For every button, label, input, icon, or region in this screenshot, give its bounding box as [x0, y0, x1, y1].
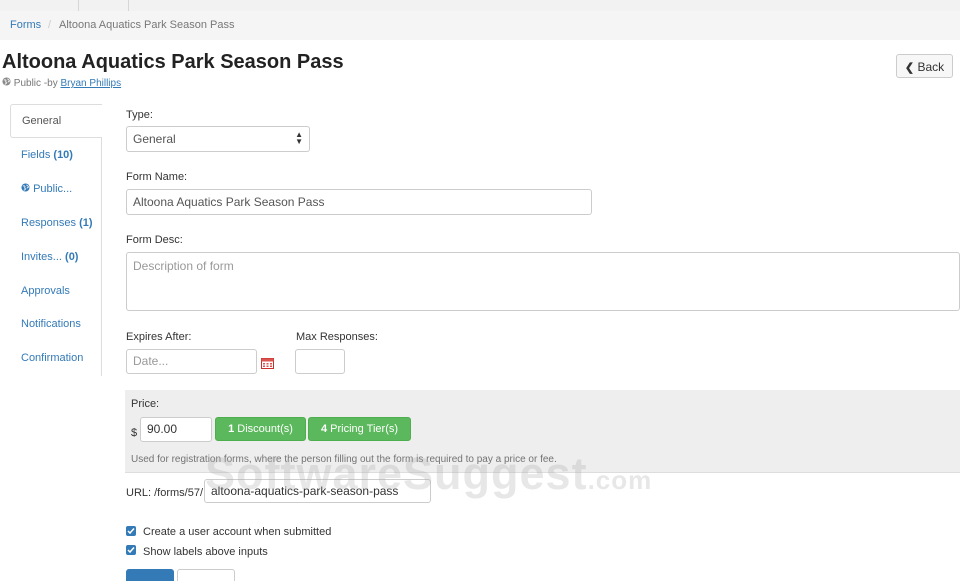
- calendar-icon[interactable]: [261, 357, 274, 369]
- form-name-input[interactable]: Altoona Aquatics Park Season Pass: [126, 189, 592, 215]
- sidebar-item-label: Approvals: [21, 285, 70, 297]
- back-button[interactable]: ❮ Back: [896, 54, 953, 78]
- form-settings-sidebar: General Fields (10) Public... Responses …: [10, 104, 102, 376]
- tier-count: 4: [320, 423, 328, 435]
- discounts-button[interactable]: 1 Discount(s): [215, 417, 306, 441]
- sidebar-item-count: (1): [79, 217, 93, 229]
- expires-date-input[interactable]: Date...: [126, 349, 257, 374]
- pricing-tiers-button[interactable]: 4 Pricing Tier(s): [308, 417, 411, 441]
- discount-label: Discount(s): [237, 423, 293, 435]
- breadcrumb-separator: /: [48, 19, 52, 31]
- sidebar-item-label: Public...: [33, 183, 73, 195]
- type-select[interactable]: General ▲ ▼: [126, 126, 310, 152]
- type-label: Type:: [126, 109, 153, 121]
- create-account-checkbox[interactable]: [126, 526, 136, 536]
- navbar-segment[interactable]: [78, 0, 129, 11]
- sidebar-item-public[interactable]: Public...: [10, 176, 101, 202]
- show-labels-checkbox[interactable]: [126, 545, 136, 555]
- discount-count: 1: [228, 423, 235, 435]
- sidebar-item-confirmation[interactable]: Confirmation: [10, 345, 101, 371]
- breadcrumb-current: Altoona Aquatics Park Season Pass: [59, 19, 235, 31]
- globe-icon: [21, 183, 33, 195]
- create-account-label: Create a user account when submitted: [143, 526, 332, 538]
- form-desc-label: Form Desc:: [126, 234, 183, 246]
- cancel-button[interactable]: [177, 569, 235, 581]
- sidebar-item-label: Fields: [21, 149, 51, 161]
- sidebar-item-label: Notifications: [21, 318, 81, 330]
- max-responses-input[interactable]: [295, 349, 345, 374]
- page-title: Altoona Aquatics Park Season Pass: [2, 51, 344, 73]
- price-input[interactable]: 90.00: [140, 417, 212, 442]
- sidebar-item-notifications[interactable]: Notifications: [10, 311, 101, 337]
- sidebar-item-responses[interactable]: Responses (1): [10, 210, 101, 236]
- sidebar-item-label: Invites...: [21, 251, 62, 263]
- currency-symbol: $: [131, 427, 138, 439]
- price-label: Price:: [131, 398, 160, 410]
- sidebar-item-fields[interactable]: Fields (10): [10, 142, 101, 168]
- form-name-label: Form Name:: [126, 171, 188, 183]
- watermark-suffix: .com: [587, 465, 653, 495]
- sidebar-item-count: (10): [53, 149, 73, 161]
- tier-label: Pricing Tier(s): [330, 423, 399, 435]
- watermark: SoftwareSuggest.com: [205, 448, 652, 500]
- by-prefix: -by: [43, 78, 58, 89]
- checkmark-icon: [127, 547, 135, 554]
- breadcrumb-forms-link[interactable]: Forms: [10, 11, 41, 40]
- globe-icon: [2, 77, 14, 89]
- back-button-label: Back: [917, 60, 945, 74]
- watermark-text: SoftwareSuggest: [205, 448, 588, 499]
- visibility-text: Public: [13, 78, 42, 89]
- sidebar-item-general[interactable]: General: [10, 104, 102, 138]
- breadcrumb: Forms / Altoona Aquatics Park Season Pas…: [0, 11, 960, 40]
- sidebar-item-label: General: [22, 115, 62, 127]
- navbar-segment[interactable]: [0, 0, 79, 11]
- max-responses-label: Max Responses:: [296, 331, 378, 343]
- visibility-byline: Public -by Bryan Phillips: [2, 77, 121, 89]
- select-arrows-icon: ▲ ▼: [295, 130, 303, 146]
- checkmark-icon: [127, 528, 135, 535]
- chevron-left-icon: ❮: [904, 62, 915, 74]
- sidebar-item-count: (0): [65, 251, 79, 263]
- form-desc-textarea[interactable]: Description of form: [126, 252, 960, 311]
- url-label: URL: /forms/57/: [126, 487, 204, 499]
- show-labels-label: Show labels above inputs: [143, 546, 268, 558]
- save-button[interactable]: [126, 569, 174, 581]
- sidebar-item-approvals[interactable]: Approvals: [10, 278, 101, 304]
- sidebar-item-label: Confirmation: [21, 352, 84, 364]
- type-select-value: General: [133, 132, 176, 146]
- expires-label: Expires After:: [126, 331, 192, 343]
- sidebar-item-invites[interactable]: Invites... (0): [10, 244, 101, 270]
- author-link[interactable]: Bryan Phillips: [61, 78, 122, 89]
- sidebar-item-label: Responses: [21, 217, 77, 229]
